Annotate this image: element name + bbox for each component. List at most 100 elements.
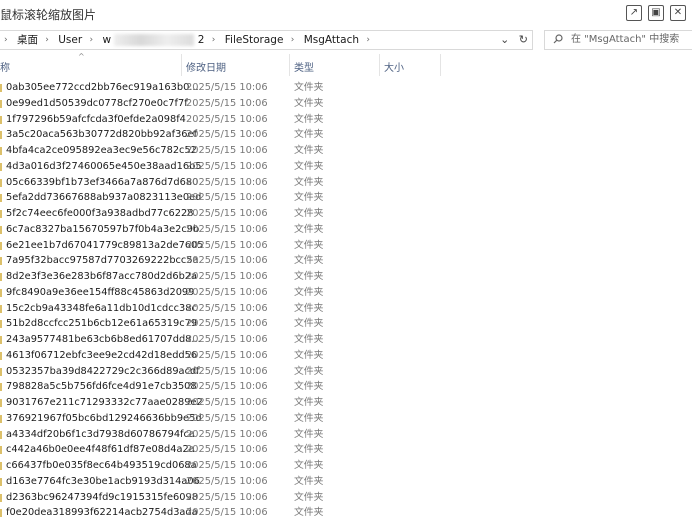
breadcrumb-user-id-end[interactable]: 2 bbox=[198, 31, 205, 49]
file-name: 15c2cb9a43348fe6a11db10d1cdcc38c bbox=[6, 302, 197, 314]
file-row[interactable]: 243a9577481be63cb6b8ed61707dd8... 2025/5/… bbox=[0, 332, 692, 348]
file-row[interactable]: d163e7764fc3e30be1acb9193d314a06 2025/5/1… bbox=[0, 474, 692, 490]
folder-icon bbox=[0, 383, 2, 392]
file-date: 2025/5/15 10:06 bbox=[186, 192, 268, 204]
file-row[interactable]: 4bfa4ca2ce095892ea3ec9e56c782c52 2025/5/1… bbox=[0, 143, 692, 159]
folder-icon bbox=[0, 414, 2, 423]
file-date: 2025/5/15 10:06 bbox=[186, 491, 268, 503]
column-divider[interactable] bbox=[181, 54, 182, 76]
file-name: 51b2d8ccfcc251b6cb12e61a65319c79 bbox=[6, 318, 198, 330]
file-name: 798828a5c5b756fd6fce4d91e7cb3508 bbox=[6, 381, 197, 393]
file-row[interactable]: d2363bc96247394fd9c1915315fe6098 2025/5/1… bbox=[0, 490, 692, 506]
search-box[interactable]: 在 "MsgAttach" 中搜索 bbox=[544, 30, 692, 50]
file-type: 文件夹 bbox=[294, 129, 324, 141]
file-row[interactable]: 376921967f05bc6bd129246636bb9e5d 2025/5/1… bbox=[0, 411, 692, 427]
chevron-right-icon: › bbox=[89, 35, 94, 45]
file-name: c66437fb0e035f8ec64b493519cd068a bbox=[6, 460, 197, 471]
file-name: 0532357ba39d8422729c2c366d89acdf bbox=[6, 365, 200, 377]
file-row[interactable]: 5efa2dd73667688ab937a0823113e0ed 2025/5/1… bbox=[0, 190, 692, 206]
refresh-icon[interactable]: ↻ bbox=[519, 31, 528, 49]
folder-icon bbox=[0, 462, 2, 470]
file-type: 文件夹 bbox=[294, 113, 324, 125]
file-row[interactable]: 05c66339bf1b73ef3466a7a876d7d680 2025/5/1… bbox=[0, 175, 692, 191]
breadcrumb-msgattach[interactable]: MsgAttach bbox=[304, 31, 359, 49]
file-row[interactable]: c442a46b0e0ee4f48f61df87e08d4a2a 2025/5/1… bbox=[0, 442, 692, 458]
column-divider[interactable] bbox=[379, 54, 380, 76]
file-row[interactable]: 0532357ba39d8422729c2c366d89acdf 2025/5/1… bbox=[0, 364, 692, 380]
file-name: 3a5c20aca563b30772d820bb92af36ef bbox=[6, 129, 198, 141]
file-row[interactable]: f0e20dea318993f62214acb2754d3ada 2025/5/1… bbox=[0, 505, 692, 521]
file-name: 9fc8490a9e36ee154ff88c45863d2099 bbox=[6, 286, 195, 298]
folder-icon bbox=[0, 273, 2, 281]
file-date: 2025/5/15 10:06 bbox=[186, 460, 268, 471]
file-row[interactable]: 15c2cb9a43348fe6a11db10d1cdcc38c 2025/5/1… bbox=[0, 301, 692, 317]
address-path[interactable]: › 桌面 › User › w 2 › FileStorage › MsgAtt… bbox=[0, 30, 533, 50]
file-type: 文件夹 bbox=[294, 507, 324, 519]
folder-icon bbox=[0, 147, 2, 155]
file-date: 2025/5/15 10:06 bbox=[186, 286, 268, 298]
file-row[interactable]: 6c7ac8327ba15670597b7f0b4a3e2c9b 2025/5/1… bbox=[0, 222, 692, 238]
file-row[interactable]: 51b2d8ccfcc251b6cb12e61a65319c79 2025/5/1… bbox=[0, 316, 692, 332]
breadcrumb-desktop[interactable]: 桌面 bbox=[17, 31, 38, 49]
file-row[interactable]: 9031767e211c71293332c77aae0289e2 2025/5/1… bbox=[0, 395, 692, 411]
chevron-right-icon: › bbox=[45, 35, 49, 45]
file-row[interactable]: 5f2c74eec6fe000f3a938adbd77c6228 2025/5/1… bbox=[0, 206, 692, 222]
file-row[interactable]: 3a5c20aca563b30772d820bb92af36ef 2025/5/1… bbox=[0, 127, 692, 143]
file-date: 2025/5/15 10:06 bbox=[186, 82, 268, 93]
file-name: 0ab305ee772ccd2bb76ec919a163b0... bbox=[6, 82, 199, 93]
file-row[interactable]: 4d3a016d3f27460065e450e38aad16b5 2025/5/1… bbox=[0, 159, 692, 175]
file-date: 2025/5/15 10:06 bbox=[186, 349, 268, 361]
chevron-right-icon: › bbox=[4, 35, 8, 45]
file-type: 文件夹 bbox=[294, 428, 324, 440]
breadcrumb-user[interactable]: User bbox=[58, 31, 82, 49]
file-row[interactable]: 0ab305ee772ccd2bb76ec919a163b0... 2025/5/… bbox=[0, 80, 692, 96]
popout-icon[interactable]: ↗ bbox=[626, 5, 642, 21]
file-row[interactable]: 7a95f32bacc97587d7703269222bcc5a 2025/5/1… bbox=[0, 253, 692, 269]
column-type[interactable]: 类型 bbox=[294, 59, 314, 74]
file-row[interactable]: 1f797296b59afcfcda3f0efde2a098f4 2025/5/1… bbox=[0, 112, 692, 128]
file-type: 文件夹 bbox=[294, 412, 324, 424]
file-list: 0ab305ee772ccd2bb76ec919a163b0... 2025/5/… bbox=[0, 80, 692, 521]
folder-icon bbox=[0, 84, 2, 92]
file-name: 6e21ee1b7d67041779c89813a2de7605 bbox=[6, 239, 204, 251]
dropdown-icon[interactable]: ⌄ bbox=[500, 31, 509, 49]
breadcrumb-user-id-start[interactable]: w bbox=[102, 31, 111, 49]
file-date: 2025/5/15 10:06 bbox=[186, 97, 268, 109]
folder-icon bbox=[0, 162, 2, 171]
file-row[interactable]: 9fc8490a9e36ee154ff88c45863d2099 2025/5/1… bbox=[0, 285, 692, 301]
file-row[interactable]: 0e99ed1d50539dc0778cf270e0c7f7f 2025/5/15… bbox=[0, 96, 692, 112]
breadcrumb-filestorage[interactable]: FileStorage bbox=[225, 31, 284, 49]
maximize-icon[interactable]: ▣ bbox=[648, 5, 664, 21]
column-divider[interactable] bbox=[440, 54, 441, 76]
column-divider[interactable] bbox=[289, 54, 290, 76]
column-name[interactable]: 称 bbox=[0, 59, 10, 74]
file-row[interactable]: 6e21ee1b7d67041779c89813a2de7605 2025/5/1… bbox=[0, 238, 692, 254]
file-date: 2025/5/15 10:06 bbox=[186, 475, 268, 487]
address-bar: › 桌面 › User › w 2 › FileStorage › MsgAtt… bbox=[0, 30, 692, 50]
column-date[interactable]: 修改日期 bbox=[186, 59, 226, 74]
file-row[interactable]: c66437fb0e035f8ec64b493519cd068a 2025/5/1… bbox=[0, 458, 692, 474]
file-date: 2025/5/15 10:06 bbox=[186, 223, 268, 235]
address-controls: ⌄ ↻ bbox=[500, 31, 528, 49]
file-date: 2025/5/15 10:06 bbox=[186, 507, 268, 519]
file-row[interactable]: 8d2e3f3e36e283b6f87acc780d2d6b2a 2025/5/1… bbox=[0, 269, 692, 285]
file-row[interactable]: 4613f06712ebfc3ee9e2cd42d18edd56 2025/5/1… bbox=[0, 348, 692, 364]
folder-icon bbox=[0, 257, 2, 266]
file-name: 8d2e3f3e36e283b6f87acc780d2d6b2a bbox=[6, 271, 198, 282]
file-name: 243a9577481be63cb6b8ed61707dd8... bbox=[6, 334, 201, 345]
file-name: f0e20dea318993f62214acb2754d3ada bbox=[6, 507, 198, 519]
folder-icon bbox=[0, 115, 2, 124]
file-row[interactable]: a4334df20b6f1c3d7938d60786794fca 2025/5/1… bbox=[0, 427, 692, 443]
close-icon[interactable]: ✕ bbox=[670, 5, 686, 21]
column-size[interactable]: 大小 bbox=[384, 59, 404, 74]
file-name: 5f2c74eec6fe000f3a938adbd77c6228 bbox=[6, 208, 194, 219]
file-type: 文件夹 bbox=[294, 255, 324, 267]
file-name: 05c66339bf1b73ef3466a7a876d7d680 bbox=[6, 176, 199, 188]
file-date: 2025/5/15 10:06 bbox=[186, 381, 268, 393]
file-name: 4613f06712ebfc3ee9e2cd42d18edd56 bbox=[6, 349, 198, 361]
folder-icon bbox=[0, 131, 2, 140]
file-type: 文件夹 bbox=[294, 239, 324, 251]
file-row[interactable]: 798828a5c5b756fd6fce4d91e7cb3508 2025/5/1… bbox=[0, 379, 692, 395]
chevron-right-icon: › bbox=[366, 35, 370, 45]
folder-icon bbox=[0, 477, 2, 486]
